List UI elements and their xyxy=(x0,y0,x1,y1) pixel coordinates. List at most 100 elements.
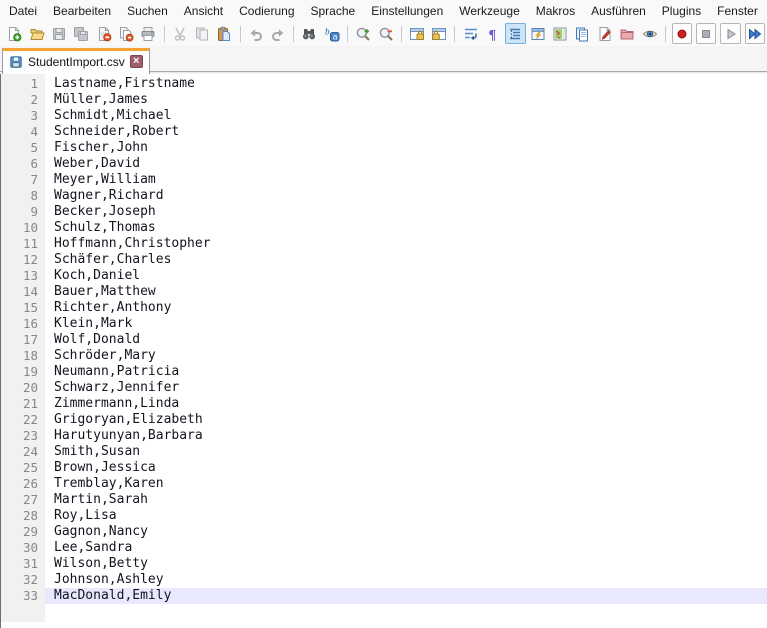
menu-item-plugins[interactable]: Plugins xyxy=(654,1,709,21)
word-wrap-button[interactable] xyxy=(460,23,480,44)
line-number[interactable]: 10 xyxy=(1,220,45,236)
line-number[interactable]: 12 xyxy=(1,252,45,268)
show-indent-guide-button[interactable] xyxy=(505,23,525,44)
line-text[interactable]: Wilson,Betty xyxy=(45,556,767,572)
editor-line[interactable]: 15 Richter,Anthony xyxy=(1,300,767,316)
redo-button[interactable] xyxy=(268,23,288,44)
editor-line[interactable]: 2 Müller,James xyxy=(1,92,767,108)
editor-line[interactable]: 21 Zimmermann,Linda xyxy=(1,396,767,412)
line-text[interactable]: Wagner,Richard xyxy=(45,188,767,204)
editor-line[interactable]: 27 Martin,Sarah xyxy=(1,492,767,508)
menu-item-suchen[interactable]: Suchen xyxy=(119,1,176,21)
menu-item-sprache[interactable]: Sprache xyxy=(303,1,364,21)
undo-button[interactable] xyxy=(246,23,266,44)
line-text[interactable]: Brown,Jessica xyxy=(45,460,767,476)
line-number[interactable]: 20 xyxy=(1,380,45,396)
line-text[interactable]: MacDonald,Emily xyxy=(45,588,767,604)
editor-line[interactable]: 33 MacDonald,Emily xyxy=(1,588,767,604)
line-number[interactable]: 27 xyxy=(1,492,45,508)
line-number[interactable]: 7 xyxy=(1,172,45,188)
line-text[interactable]: Fischer,John xyxy=(45,140,767,156)
editor-line[interactable]: 11 Hoffmann,Christopher xyxy=(1,236,767,252)
line-text[interactable]: Gagnon,Nancy xyxy=(45,524,767,540)
save-button[interactable] xyxy=(49,23,69,44)
document-map-button[interactable] xyxy=(550,23,570,44)
line-text[interactable]: Weber,David xyxy=(45,156,767,172)
function-list-button[interactable] xyxy=(595,23,615,44)
tab-close-icon[interactable] xyxy=(130,55,143,68)
editor-line[interactable]: 30 Lee,Sandra xyxy=(1,540,767,556)
line-text[interactable]: Müller,James xyxy=(45,92,767,108)
line-number[interactable]: 17 xyxy=(1,332,45,348)
line-number[interactable]: 28 xyxy=(1,508,45,524)
line-text[interactable]: Schneider,Robert xyxy=(45,124,767,140)
close-all-button[interactable] xyxy=(116,23,136,44)
line-text[interactable]: Grigoryan,Elizabeth xyxy=(45,412,767,428)
editor-line[interactable]: 16 Klein,Mark xyxy=(1,316,767,332)
line-text[interactable]: Harutyunyan,Barbara xyxy=(45,428,767,444)
menu-item-codierung[interactable]: Codierung xyxy=(231,1,302,21)
line-number[interactable]: 21 xyxy=(1,396,45,412)
folder-as-workspace-button[interactable] xyxy=(617,23,637,44)
line-number[interactable]: 5 xyxy=(1,140,45,156)
line-text[interactable]: Zimmermann,Linda xyxy=(45,396,767,412)
editor-line[interactable]: 25 Brown,Jessica xyxy=(1,460,767,476)
editor-line[interactable]: 3 Schmidt,Michael xyxy=(1,108,767,124)
show-all-characters-button[interactable]: ¶ xyxy=(483,23,503,44)
menu-item-datei[interactable]: Datei xyxy=(1,1,45,21)
line-text[interactable]: Schäfer,Charles xyxy=(45,252,767,268)
line-number[interactable]: 24 xyxy=(1,444,45,460)
editor-line[interactable]: 24 Smith,Susan xyxy=(1,444,767,460)
line-number[interactable]: 29 xyxy=(1,524,45,540)
document-list-button[interactable] xyxy=(572,23,592,44)
line-text[interactable]: Meyer,William xyxy=(45,172,767,188)
line-text[interactable]: Klein,Mark xyxy=(45,316,767,332)
line-number[interactable]: 2 xyxy=(1,92,45,108)
editor-line[interactable]: 32 Johnson,Ashley xyxy=(1,572,767,588)
line-text[interactable]: Neumann,Patricia xyxy=(45,364,767,380)
line-text[interactable]: Schmidt,Michael xyxy=(45,108,767,124)
paste-button[interactable] xyxy=(214,23,234,44)
line-text[interactable]: Koch,Daniel xyxy=(45,268,767,284)
save-all-button[interactable] xyxy=(71,23,91,44)
editor-line[interactable]: 23 Harutyunyan,Barbara xyxy=(1,428,767,444)
editor-line[interactable]: 19 Neumann,Patricia xyxy=(1,364,767,380)
editor-line[interactable]: 28 Roy,Lisa xyxy=(1,508,767,524)
line-text[interactable]: Lastname,Firstname xyxy=(45,76,767,92)
line-number[interactable]: 33 xyxy=(1,588,45,604)
line-number[interactable]: 31 xyxy=(1,556,45,572)
editor[interactable]: 1 Lastname,Firstname 2 Müller,James 3 Sc… xyxy=(0,74,767,628)
line-text[interactable]: Smith,Susan xyxy=(45,444,767,460)
line-number[interactable]: 26 xyxy=(1,476,45,492)
editor-line[interactable]: 6 Weber,David xyxy=(1,156,767,172)
editor-line[interactable]: 1 Lastname,Firstname xyxy=(1,76,767,92)
line-text[interactable]: Schulz,Thomas xyxy=(45,220,767,236)
line-number[interactable]: 22 xyxy=(1,412,45,428)
line-number[interactable]: 9 xyxy=(1,204,45,220)
stop-recording-button[interactable] xyxy=(696,23,716,44)
user-defined-language-dialog-button[interactable] xyxy=(528,23,548,44)
sync-horizontal-scroll-button[interactable] xyxy=(429,23,449,44)
line-number[interactable]: 6 xyxy=(1,156,45,172)
line-text[interactable]: Hoffmann,Christopher xyxy=(45,236,767,252)
editor-line[interactable]: 17 Wolf,Donald xyxy=(1,332,767,348)
line-text[interactable]: Schwarz,Jennifer xyxy=(45,380,767,396)
sync-vertical-scroll-button[interactable] xyxy=(407,23,427,44)
find-button[interactable] xyxy=(299,23,319,44)
editor-line[interactable]: 14 Bauer,Matthew xyxy=(1,284,767,300)
editor-line[interactable]: 5 Fischer,John xyxy=(1,140,767,156)
editor-line[interactable]: 26 Tremblay,Karen xyxy=(1,476,767,492)
close-button[interactable] xyxy=(93,23,113,44)
editor-line[interactable]: 9 Becker,Joseph xyxy=(1,204,767,220)
print-button[interactable] xyxy=(138,23,158,44)
editor-line[interactable]: 12 Schäfer,Charles xyxy=(1,252,767,268)
line-number[interactable]: 16 xyxy=(1,316,45,332)
line-text[interactable]: Martin,Sarah xyxy=(45,492,767,508)
line-number[interactable]: 25 xyxy=(1,460,45,476)
zoom-out-button[interactable] xyxy=(375,23,395,44)
editor-line[interactable]: 7 Meyer,William xyxy=(1,172,767,188)
editor-line[interactable]: 20 Schwarz,Jennifer xyxy=(1,380,767,396)
menu-item-einstellungen[interactable]: Einstellungen xyxy=(363,1,451,21)
replace-button[interactable]: ba xyxy=(322,23,342,44)
playback-macro-button[interactable] xyxy=(720,23,740,44)
